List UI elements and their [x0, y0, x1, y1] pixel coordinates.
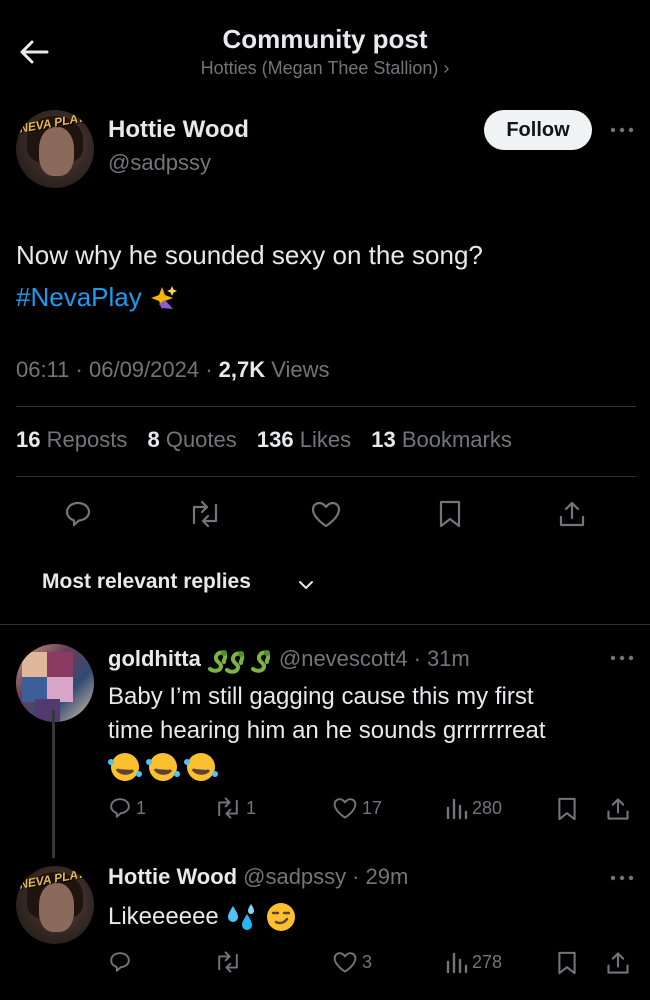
stat-likes[interactable]: 136 Likes: [257, 427, 351, 452]
reply-action-views[interactable]: 280: [444, 796, 502, 820]
rofl-emoji: [184, 750, 218, 784]
reply-author-name[interactable]: goldhitta: [108, 646, 201, 672]
like-count: 17: [362, 797, 383, 818]
reply-action-like[interactable]: 17: [332, 796, 382, 820]
views-count: 2,7K: [218, 357, 266, 382]
post-date: 06/09/2024: [88, 357, 200, 382]
reply-time: 31m: [426, 646, 470, 671]
reply-action-repost[interactable]: [214, 950, 242, 974]
replies-filter-label: Most relevant replies: [42, 570, 251, 593]
reply-action-reply[interactable]: [108, 950, 132, 974]
reply-action-repost[interactable]: 1: [214, 796, 256, 820]
views-count: 280: [472, 797, 503, 818]
community-link[interactable]: Hotties (Megan Thee Stallion) ›: [0, 58, 650, 79]
post-body: Now why he sounded sexy on the song?: [16, 240, 483, 270]
repost-icon[interactable]: [185, 494, 225, 534]
like-icon: [332, 796, 358, 820]
divider: [0, 624, 650, 625]
like-icon[interactable]: [306, 494, 346, 534]
views-icon: [444, 796, 468, 820]
bookmark-icon[interactable]: [554, 796, 580, 822]
share-icon[interactable]: [604, 950, 632, 976]
snake-emoji: [207, 644, 245, 674]
like-icon: [332, 950, 358, 974]
reply-author-handle[interactable]: @nevescott4: [279, 646, 408, 672]
sparkle-emoji: [149, 284, 179, 314]
divider: [16, 476, 636, 477]
bookmark-icon[interactable]: [430, 494, 470, 534]
reply-action-reply[interactable]: 1: [108, 796, 146, 820]
reply-text: Baby I’m still gagging cause this my fir…: [108, 680, 628, 784]
post-time: 06:11: [16, 357, 70, 382]
post-text: Now why he sounded sexy on the song? #Ne…: [16, 234, 636, 318]
rofl-emoji: [146, 750, 180, 784]
divider: [16, 406, 636, 407]
hashtag-link[interactable]: #NevaPlay: [16, 282, 142, 312]
post-stats: 16 Reposts 8 Quotes 136 Likes 13 Bookmar…: [16, 427, 526, 453]
reply-header: goldhitta @nevescott4 · 31m: [108, 644, 470, 674]
author-handle[interactable]: @sadpssy: [108, 150, 211, 176]
more-icon[interactable]: [608, 648, 636, 668]
smirk-emoji: [265, 901, 297, 933]
reply-text-line: Baby I’m still gagging cause this my fir…: [108, 683, 534, 710]
reply-header: Hottie Wood @sadpssy · 29m: [108, 864, 409, 890]
reply-text: Likeeeeee: [108, 900, 297, 934]
reply-text-line: time hearing him an he sounds grrrrrrrea…: [108, 717, 546, 744]
sweat-droplets-emoji: [225, 902, 259, 932]
repost-count: 1: [246, 797, 257, 818]
like-count: 3: [362, 951, 373, 972]
follow-button[interactable]: Follow: [484, 110, 592, 150]
snake-emoji: [250, 644, 273, 674]
rofl-emoji: [108, 750, 142, 784]
reply-time: 29m: [365, 864, 409, 889]
reply-author-name[interactable]: Hottie Wood: [108, 864, 237, 890]
reply-count: 1: [136, 797, 147, 818]
reply-avatar[interactable]: NEVA PLAY: [16, 866, 94, 944]
views-icon: [444, 950, 468, 974]
reply-author-handle[interactable]: @sadpssy: [243, 864, 346, 890]
reply-action-views[interactable]: 278: [444, 950, 502, 974]
more-icon[interactable]: [608, 868, 636, 888]
reply-icon: [108, 796, 132, 820]
views-label: Views: [271, 357, 330, 382]
reply-action-like[interactable]: 3: [332, 950, 372, 974]
stat-reposts[interactable]: 16 Reposts: [16, 427, 127, 452]
reply-icon[interactable]: [58, 494, 98, 534]
thread-line: [52, 710, 55, 858]
reply-body: Likeeeeee: [108, 903, 219, 930]
replies-filter[interactable]: Most relevant replies: [42, 570, 251, 594]
author-avatar[interactable]: NEVA PLAY: [16, 110, 94, 188]
share-icon[interactable]: [604, 796, 632, 822]
reply-icon: [108, 950, 132, 974]
chevron-down-icon[interactable]: [296, 578, 316, 592]
author-name[interactable]: Hottie Wood: [108, 116, 249, 144]
more-icon[interactable]: [608, 120, 636, 140]
views-count: 278: [472, 951, 503, 972]
share-icon[interactable]: [552, 494, 592, 534]
repost-icon: [214, 950, 242, 974]
post-meta: 06:11 · 06/09/2024 · 2,7K Views: [16, 357, 330, 382]
page-title: Community post: [222, 24, 428, 54]
repost-icon: [214, 796, 242, 820]
stat-bookmarks[interactable]: 13 Bookmarks: [371, 427, 512, 452]
bookmark-icon[interactable]: [554, 950, 580, 976]
reply-avatar[interactable]: [16, 644, 94, 722]
stat-quotes[interactable]: 8 Quotes: [147, 427, 236, 452]
